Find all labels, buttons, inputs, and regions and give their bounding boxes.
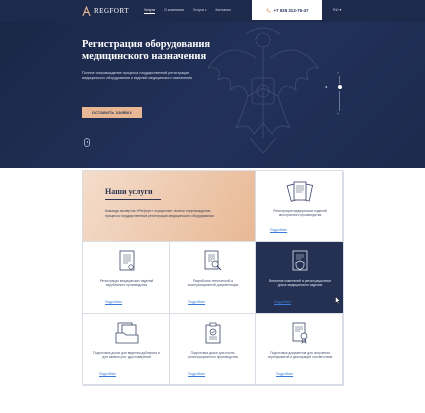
nav-item-about[interactable]: О компании xyxy=(164,8,184,14)
chevron-up-icon[interactable]: ˄ xyxy=(337,70,339,75)
phone-number: +7 925 313-76-47 xyxy=(273,7,309,13)
hero-title: Регистрация оборудования медицинского на… xyxy=(82,39,211,62)
nav-item-contacts[interactable]: Контакты xyxy=(215,8,231,14)
language-label: RU xyxy=(333,8,339,12)
service-card[interactable]: Подготовка документов для получения серт… xyxy=(256,314,344,386)
submit-request-button[interactable]: ОСТАВИТЬ ЗАЯВКУ xyxy=(82,107,142,118)
service-card-text: Подготовка досье для ведения дубликата и… xyxy=(93,351,160,360)
logo-icon xyxy=(82,5,91,16)
details-link[interactable]: Подробнее xyxy=(188,300,205,304)
service-card[interactable]: Разработка технической и эксплуатационно… xyxy=(170,242,256,314)
details-link[interactable]: Подробнее xyxy=(276,372,293,376)
title-divider xyxy=(105,199,161,200)
document-shield-icon xyxy=(292,250,308,271)
service-card[interactable]: Регистрация медицинских изделий иностран… xyxy=(256,171,344,242)
chevron-down-icon: ▾ xyxy=(204,8,207,12)
service-card[interactable]: Подготовка досье для после-регистрационн… xyxy=(170,314,256,386)
service-card[interactable]: Регистрация медицинских изделий зарубежн… xyxy=(83,242,170,314)
phone-button[interactable]: +7 925 313-76-47 xyxy=(252,0,322,20)
arrow-left-icon[interactable]: ◂ xyxy=(325,84,327,89)
logo-text: REGFORT xyxy=(94,7,129,15)
slider-nav: ˄ ◂ ˅ xyxy=(323,70,359,118)
slider-dot-active[interactable] xyxy=(337,85,342,89)
document-icon xyxy=(119,250,135,271)
services-description: Команда экспертов «Регфорт» осуществит п… xyxy=(105,209,214,218)
details-link[interactable]: Подробнее xyxy=(105,300,122,304)
service-card-highlighted[interactable]: Внесение изменений в регистрационное дос… xyxy=(256,242,344,314)
service-card[interactable]: Подготовка досье для ведения дубликата и… xyxy=(83,314,170,386)
services-intro: Наши услуги Команда экспертов «Регфорт» … xyxy=(83,171,256,242)
services-grid: Наши услуги Команда экспертов «Регфорт» … xyxy=(82,170,344,386)
service-card-text: Разработка технической и эксплуатационно… xyxy=(187,279,239,288)
services-title: Наши услуги xyxy=(105,187,153,196)
documents-icon xyxy=(286,181,314,202)
nav-item-services[interactable]: Услуги xyxy=(144,8,156,14)
hero-section: REGFORT Услуги О компании Услуги▾ Контак… xyxy=(0,0,425,168)
service-card-text: Внесение изменений в регистрационное дос… xyxy=(268,279,332,288)
language-switcher[interactable]: RU ▾ xyxy=(333,7,341,12)
chevron-down-icon[interactable]: ˅ xyxy=(337,111,339,116)
clipboard-check-icon xyxy=(205,322,221,344)
hero-subtitle: Полное сопровождение процесса государств… xyxy=(82,71,192,81)
certificate-icon xyxy=(292,322,308,344)
service-card-text: Подготовка документов для получения серт… xyxy=(267,351,333,360)
details-link[interactable]: Подробнее xyxy=(99,372,116,376)
service-card-text: Подготовка досье для после-регистрационн… xyxy=(188,351,238,360)
nav-item-label: Услуги xyxy=(192,8,204,12)
details-link[interactable]: Подробнее xyxy=(270,228,287,232)
service-card-text: Регистрация медицинских изделий зарубежн… xyxy=(99,279,154,288)
document-search-icon xyxy=(204,250,222,271)
mouse-cursor-icon xyxy=(335,296,341,304)
logo[interactable]: REGFORT xyxy=(82,5,129,17)
service-card-text: Регистрация медицинских изделий иностран… xyxy=(273,209,327,218)
nav-item-services-dropdown[interactable]: Услуги▾ xyxy=(193,8,207,14)
details-link[interactable]: Подробнее xyxy=(274,300,291,304)
slider-track-bottom xyxy=(339,91,340,111)
main-nav: Услуги О компании Услуги▾ Контакты xyxy=(144,8,231,14)
details-link[interactable]: Подробнее xyxy=(188,372,205,376)
folder-documents-icon xyxy=(115,322,139,344)
phone-icon xyxy=(266,8,271,12)
slider-track-top xyxy=(339,76,340,84)
scroll-down-icon[interactable] xyxy=(84,138,90,147)
